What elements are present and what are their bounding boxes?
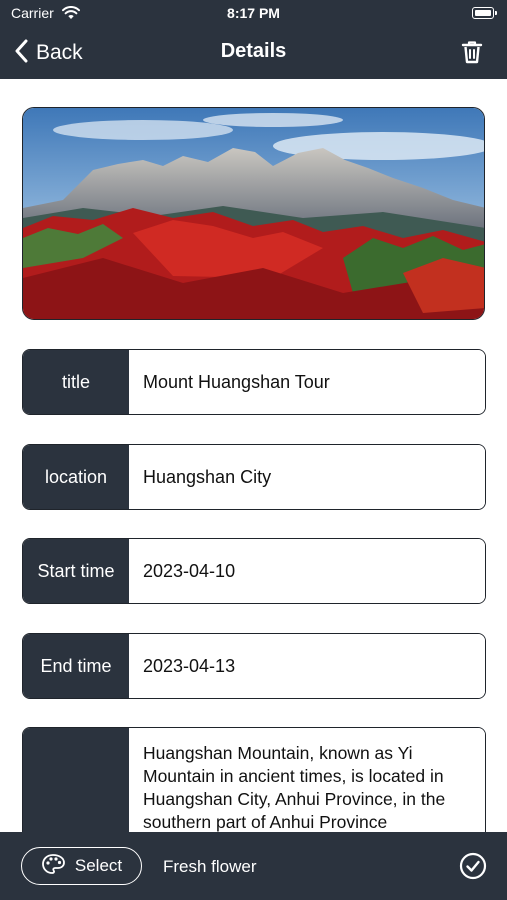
top-bar: Carrier 8:17 PM Back Details [0, 0, 507, 79]
start-time-field: Start time 2023-04-10 [22, 538, 486, 604]
trash-icon [461, 41, 483, 68]
title-input[interactable]: Mount Huangshan Tour [129, 350, 485, 414]
palette-icon [41, 853, 67, 880]
end-time-input[interactable]: 2023-04-13 [129, 634, 485, 698]
select-label: Select [74, 856, 123, 875]
selected-category: Fresh flower [163, 857, 257, 876]
field-label-start-time: Start time [23, 539, 129, 603]
back-label: Back [36, 41, 83, 64]
location-field: location Huangshan City [22, 444, 486, 510]
start-time-input[interactable]: 2023-04-10 [129, 539, 485, 603]
confirm-button[interactable] [459, 852, 487, 885]
select-button[interactable]: Select [21, 847, 142, 885]
field-label-title: title [23, 350, 129, 414]
back-button[interactable]: Back [14, 38, 83, 68]
trip-photo[interactable] [22, 107, 485, 320]
checkmark-circle-icon [459, 852, 487, 884]
chevron-left-icon [14, 39, 28, 68]
status-bar: Carrier 8:17 PM [0, 0, 507, 28]
location-input[interactable]: Huangshan City [129, 445, 485, 509]
end-time-field: End time 2023-04-13 [22, 633, 486, 699]
mountain-photo [23, 108, 484, 319]
field-label-end-time: End time [23, 634, 129, 698]
title-field: title Mount Huangshan Tour [22, 349, 486, 415]
delete-button[interactable] [461, 40, 483, 69]
battery-icon [472, 7, 497, 19]
clock: 8:17 PM [227, 5, 280, 21]
bottom-toolbar: Select Fresh flower [0, 832, 507, 900]
field-label-location: location [23, 445, 129, 509]
